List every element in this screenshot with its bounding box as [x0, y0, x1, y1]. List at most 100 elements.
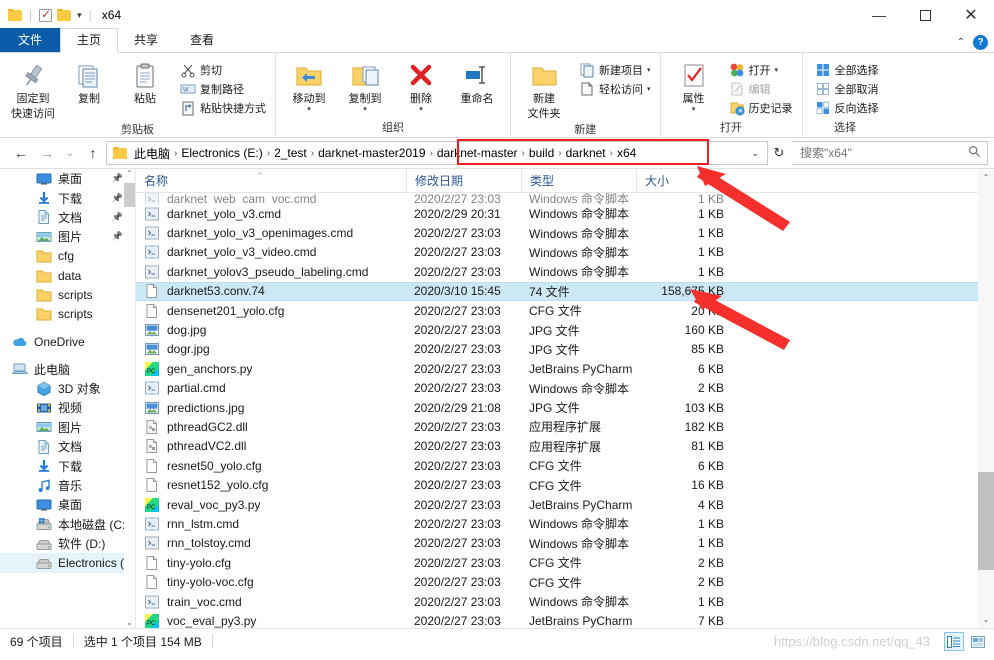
chevron-down-icon-5[interactable]: ▾ — [647, 85, 651, 93]
chevron-down-icon[interactable]: ▾ — [77, 10, 82, 21]
table-row[interactable]: dog.jpg 2020/2/27 23:03 JPG 文件 160 KB — [136, 320, 994, 339]
sidebar-item-3d-[interactable]: 3D 对象 — [0, 379, 135, 398]
chevron-up-icon[interactable]: ⌃ — [957, 37, 965, 48]
large-icons-view-icon[interactable] — [968, 632, 988, 651]
table-row[interactable]: rnn_tolstoy.cmd 2020/2/27 23:03 Windows 命令… — [136, 534, 994, 553]
refresh-button[interactable]: ↻ — [768, 141, 790, 165]
chevron-down-icon-6[interactable]: ▾ — [692, 105, 696, 113]
pin-to-quick-access-button[interactable]: 固定到 快速访问 — [6, 58, 60, 121]
breadcrumb-item[interactable]: Electronics (E:) — [178, 146, 265, 160]
table-row[interactable]: train_voc.cmd 2020/2/27 23:03 Windows 命令脚本… — [136, 592, 994, 611]
column-header-date[interactable]: 修改日期 — [406, 169, 521, 193]
cut-button[interactable]: 剪切 — [177, 61, 269, 79]
scrollbar-thumb[interactable] — [978, 472, 994, 570]
copy-to-button[interactable]: 复制到 ▾ — [338, 58, 392, 113]
paste-button[interactable]: 粘贴 — [118, 58, 172, 106]
up-button[interactable]: ↑ — [80, 141, 106, 165]
breadcrumb-item[interactable]: build — [526, 146, 557, 160]
sidebar-item--[interactable]: 音乐 — [0, 476, 135, 495]
details-view-icon[interactable] — [944, 632, 964, 651]
chevron-down-icon[interactable]: ▾ — [307, 105, 311, 113]
table-row[interactable]: darknet_yolo_v3.cmd 2020/2/29 20:31 Window… — [136, 204, 994, 223]
tab-home[interactable]: 主页 — [60, 28, 119, 53]
sidebar-item--d-[interactable]: 软件 (D:) — [0, 534, 135, 553]
breadcrumb-item[interactable]: darknet-master — [434, 146, 521, 160]
recent-locations-button[interactable]: ⌄ — [60, 141, 80, 165]
breadcrumb-item[interactable]: x64 — [614, 146, 639, 160]
new-item-button[interactable]: 新建项目 ▾ — [576, 61, 654, 79]
address-bar[interactable]: 此电脑 › Electronics (E:) › 2_test › darknet-mast… — [106, 141, 768, 165]
table-row[interactable]: rnn_lstm.cmd 2020/2/27 23:03 Windows 命令脚本 1… — [136, 514, 994, 533]
rename-button[interactable]: 重命名 — [450, 58, 504, 106]
table-row[interactable]: resnet152_yolo.cfg 2020/2/27 23:03 CFG 文件 1… — [136, 475, 994, 494]
sidebar-item--[interactable]: 桌面 — [0, 495, 135, 514]
minimize-button[interactable]: — — [856, 0, 902, 30]
sidebar-item--[interactable]: 视频 — [0, 398, 135, 417]
copy-path-button[interactable]: W 复制路径 — [177, 80, 269, 98]
sidebar-item--[interactable]: 下载 — [0, 456, 135, 475]
pin-icon[interactable]: 📌 — [112, 173, 123, 184]
breadcrumb-item[interactable]: 此电脑 — [131, 145, 173, 162]
chevron-down-icon-4[interactable]: ▾ — [647, 66, 651, 74]
nav-scroll-up-icon[interactable]: ⌃ — [124, 169, 135, 178]
search-input[interactable] — [798, 145, 958, 161]
sidebar-item-data[interactable]: data — [0, 266, 135, 285]
table-row[interactable]: darknet_web_cam_voc.cmd 2020/2/27 23:03 Wi… — [136, 193, 994, 204]
column-header-name[interactable]: 名称 ⌃ — [136, 169, 406, 193]
edit-button[interactable]: 编辑 — [726, 80, 796, 98]
forward-button[interactable]: → — [34, 141, 60, 165]
open-button[interactable]: 打开 ▾ — [726, 61, 796, 79]
nav-scrollbar-thumb[interactable] — [124, 183, 135, 207]
table-row[interactable]: darknet_yolov3_pseudo_labeling.cmd 2020/2… — [136, 262, 994, 281]
table-row[interactable]: PC gen_anchors.py 2020/2/27 23:03 JetBrains… — [136, 359, 994, 378]
sidebar-item--[interactable]: 图片 — [0, 418, 135, 437]
sidebar-item--[interactable]: 下载 📌 — [0, 188, 135, 207]
sidebar-item--[interactable]: 此电脑 — [0, 360, 135, 379]
sidebar-item--[interactable]: 图片 📌 — [0, 227, 135, 246]
table-row[interactable]: tiny-yolo-voc.cfg 2020/2/27 23:03 CFG 文件 2 … — [136, 572, 994, 591]
navigation-scrollbar[interactable]: ⌃ ⌄ — [124, 169, 135, 628]
sidebar-item--[interactable]: 文档 — [0, 437, 135, 456]
new-folder-icon[interactable] — [57, 9, 72, 21]
back-button[interactable]: ← — [8, 141, 34, 165]
sidebar-item-scripts[interactable]: scripts — [0, 285, 135, 304]
history-button[interactable]: 历史记录 — [726, 99, 796, 117]
delete-button[interactable]: 删除 ▾ — [394, 58, 448, 113]
pin-icon[interactable]: 📌 — [112, 212, 123, 223]
maximize-button[interactable] — [902, 0, 948, 30]
address-dropdown-icon[interactable]: ⌄ — [745, 148, 765, 159]
sidebar-item-onedrive[interactable]: OneDrive — [0, 332, 135, 351]
table-row[interactable]: dogr.jpg 2020/2/27 23:03 JPG 文件 85 KB — [136, 340, 994, 359]
table-row[interactable]: pthreadGC2.dll 2020/2/27 23:03 应用程序扩展 182 K… — [136, 417, 994, 436]
select-all-button[interactable]: 全部选择 — [812, 61, 882, 79]
chevron-down-icon-3[interactable]: ▾ — [419, 105, 423, 113]
table-row[interactable]: darknet_yolo_v3_openimages.cmd 2020/2/27 … — [136, 223, 994, 242]
column-header-size[interactable]: 大小 — [636, 169, 736, 193]
sidebar-item-electronics-e-[interactable]: Electronics (E: — [0, 553, 135, 573]
file-list-scrollbar[interactable]: ⌃ ⌄ — [978, 169, 994, 628]
scroll-down-icon[interactable]: ⌄ — [978, 611, 994, 628]
table-row[interactable]: PC reval_voc_py3.py 2020/2/27 23:03 JetBrai… — [136, 495, 994, 514]
nav-scroll-down-icon[interactable]: ⌄ — [124, 618, 135, 627]
chevron-down-icon-7[interactable]: ▾ — [775, 66, 779, 74]
table-row[interactable]: densenet201_yolo.cfg 2020/2/27 23:03 CFG 文… — [136, 301, 994, 320]
tab-view[interactable]: 查看 — [174, 29, 230, 52]
sidebar-item--[interactable]: 桌面 📌 — [0, 169, 135, 188]
copy-button[interactable]: 复制 — [62, 58, 116, 106]
table-row[interactable]: pthreadVC2.dll 2020/2/27 23:03 应用程序扩展 81 KB — [136, 437, 994, 456]
table-row[interactable]: partial.cmd 2020/2/27 23:03 Windows 命令脚本 2 … — [136, 379, 994, 398]
new-folder-button[interactable]: 新建 文件夹 — [517, 58, 571, 121]
sidebar-item--[interactable]: 文档 📌 — [0, 208, 135, 227]
move-to-button[interactable]: 移动到 ▾ — [282, 58, 336, 113]
properties-button[interactable]: 属性 ▾ — [667, 58, 721, 113]
search-box[interactable] — [792, 141, 988, 165]
scroll-up-icon[interactable]: ⌃ — [978, 169, 994, 186]
sidebar-item-scripts[interactable]: scripts — [0, 305, 135, 324]
properties-check-icon[interactable] — [39, 7, 53, 22]
sidebar-item--c-[interactable]: 本地磁盘 (C:) — [0, 515, 135, 534]
search-icon[interactable] — [968, 145, 981, 161]
help-icon[interactable]: ? — [973, 35, 988, 50]
chevron-down-icon-2[interactable]: ▾ — [363, 105, 367, 113]
table-row[interactable]: resnet50_yolo.cfg 2020/2/27 23:03 CFG 文件 6 … — [136, 456, 994, 475]
breadcrumb-item[interactable]: darknet — [563, 146, 609, 160]
